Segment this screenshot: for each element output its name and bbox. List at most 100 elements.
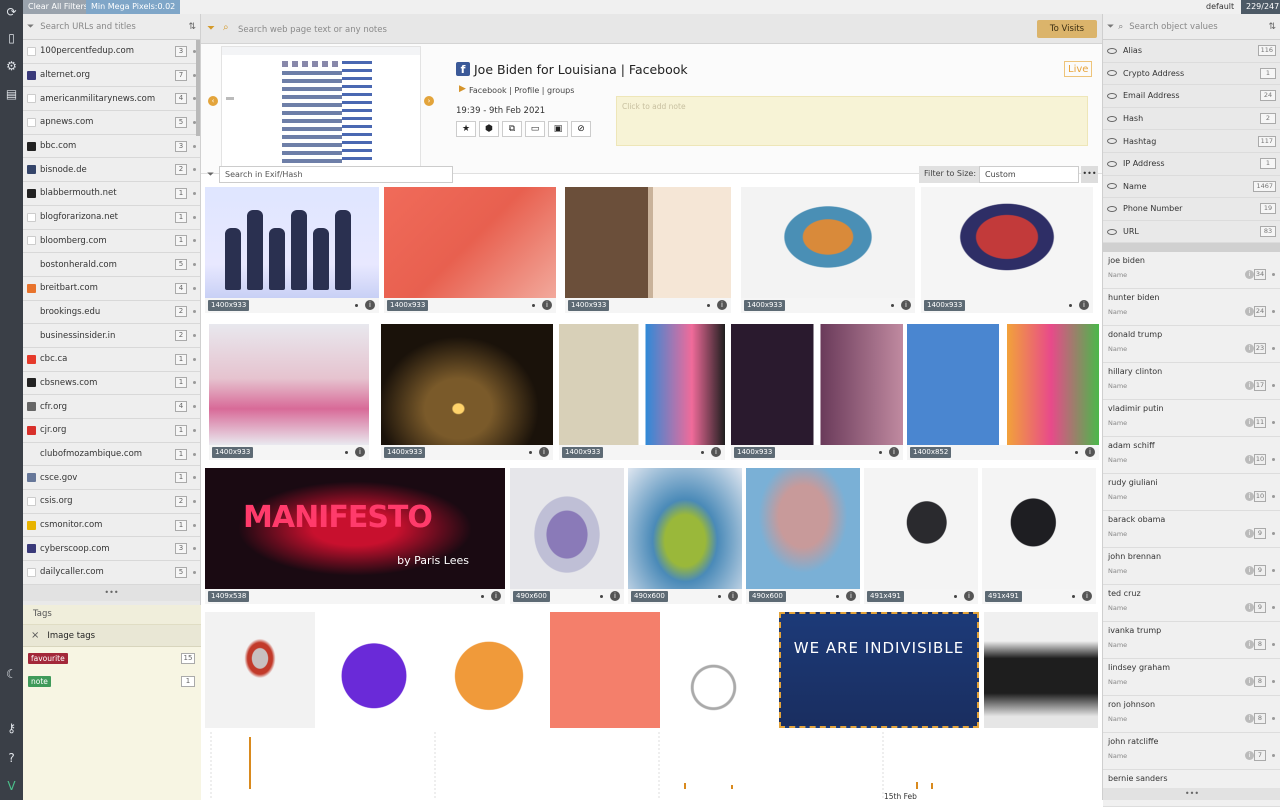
domain-item[interactable]: brookings.edu 2 [23, 300, 200, 325]
menu-dot-icon[interactable] [193, 570, 196, 574]
domain-search[interactable]: ⏷ Search URLs and titles ⇅ [23, 14, 200, 40]
domain-item[interactable]: cyberscoop.com 3 [23, 537, 200, 562]
menu-dot-icon[interactable] [481, 595, 484, 598]
object-search-input[interactable]: Search object values [1129, 22, 1268, 32]
image-tile[interactable]: WE ARE INDIVISIBLE [779, 612, 979, 728]
info-icon[interactable]: i [728, 591, 738, 601]
image-thumbnail[interactable] [434, 612, 544, 728]
domain-item[interactable]: clubofmozambique.com 1 [23, 442, 200, 467]
more-domains[interactable]: ••• [23, 584, 200, 601]
image-tile[interactable]: 1400x933 i [384, 187, 556, 313]
refresh-icon[interactable]: ⟳ [3, 4, 20, 21]
eye-icon[interactable] [1107, 205, 1117, 212]
archive-icon[interactable]: ▭ [525, 121, 545, 137]
domain-item[interactable]: americanmilitarynews.com 4 [23, 87, 200, 112]
object-value-item[interactable]: barack obama Name i 9 [1103, 511, 1280, 549]
clear-filters-button[interactable]: Clear All Filters [23, 0, 93, 14]
domain-item[interactable]: cfr.org 4 [23, 395, 200, 419]
image-tile[interactable]: 1400x933 i [205, 187, 379, 313]
eye-icon[interactable] [1107, 138, 1117, 145]
info-icon[interactable]: i [964, 591, 974, 601]
archive-icon[interactable]: ▤ [3, 86, 20, 103]
object-value-item[interactable]: joe biden Name i 34 [1103, 252, 1280, 290]
image-thumbnail[interactable]: MANIFESTO by Paris Lees [205, 468, 505, 589]
image-thumbnail[interactable] [319, 612, 429, 728]
menu-dot-icon[interactable] [1075, 451, 1078, 454]
eye-icon[interactable] [1107, 183, 1117, 190]
image-tile[interactable]: 490x600 i [628, 468, 742, 604]
image-thumbnail[interactable]: WE ARE INDIVISIBLE [779, 612, 979, 728]
menu-dot-icon[interactable] [193, 523, 196, 527]
tag-item[interactable]: note 1 [23, 670, 201, 693]
menu-dot-icon[interactable] [193, 547, 196, 551]
to-visits-button[interactable]: To Visits [1037, 20, 1097, 38]
menu-dot-icon[interactable] [600, 595, 603, 598]
menu-dot-icon[interactable] [718, 595, 721, 598]
eye-icon[interactable] [1107, 92, 1117, 99]
object-value-item[interactable]: john ratcliffe Name i 7 [1103, 733, 1280, 771]
menu-dot-icon[interactable] [193, 405, 196, 409]
menu-dot-icon[interactable] [193, 476, 196, 480]
image-tile[interactable]: MANIFESTO by Paris Lees 1409x538 i [205, 468, 505, 604]
image-tile[interactable]: 491x491 i [864, 468, 978, 604]
image-tile[interactable]: 1400x933 i [921, 187, 1093, 313]
info-icon[interactable]: i [1082, 591, 1092, 601]
info-icon[interactable]: i [901, 300, 911, 310]
scrollbar[interactable] [196, 40, 200, 136]
tag-label[interactable]: note [28, 676, 51, 687]
info-icon[interactable]: i [539, 447, 549, 457]
image-tile[interactable]: 1400x933 i [731, 324, 903, 460]
menu-dot-icon[interactable] [954, 595, 957, 598]
object-value-item[interactable]: donald trump Name i 23 [1103, 326, 1280, 364]
domain-item[interactable]: bbc.com 3 [23, 134, 200, 159]
prev-arrow[interactable]: ‹ [208, 96, 218, 106]
domain-item[interactable]: bloomberg.com 1 [23, 229, 200, 254]
domain-item[interactable]: breitbart.com 4 [23, 276, 200, 301]
menu-dot-icon[interactable] [193, 215, 196, 219]
eye-icon[interactable] [1107, 160, 1117, 167]
menu-dot-icon[interactable] [193, 286, 196, 290]
filter-size-select[interactable]: Custom [979, 166, 1079, 183]
image-tile[interactable] [550, 612, 660, 728]
domain-item[interactable]: cjr.org 1 [23, 419, 200, 443]
eye-icon[interactable] [1107, 228, 1117, 235]
profile-label[interactable]: default [1201, 0, 1240, 14]
menu-dot-icon[interactable] [891, 304, 894, 307]
object-value-item[interactable]: hillary clinton Name i 17 [1103, 363, 1280, 401]
tag-icon[interactable]: ⬢ [479, 121, 499, 137]
domain-item[interactable]: bostonherald.com 5 [23, 253, 200, 277]
menu-dot-icon[interactable] [193, 239, 196, 243]
image-thumbnail[interactable] [510, 468, 624, 589]
image-tile[interactable]: 1400x933 i [565, 187, 731, 313]
domain-item[interactable]: csis.org 2 [23, 490, 200, 514]
image-tile[interactable]: 490x600 i [510, 468, 624, 604]
live-badge[interactable]: Live [1064, 61, 1093, 77]
image-tile[interactable] [205, 612, 315, 728]
image-thumbnail[interactable] [731, 324, 903, 445]
image-tile[interactable]: 1400x933 i [209, 324, 369, 460]
more-values[interactable]: ••• [1103, 788, 1280, 800]
menu-dot-icon[interactable] [193, 168, 196, 172]
menu-dot-icon[interactable] [193, 334, 196, 338]
image-thumbnail[interactable] [741, 187, 915, 298]
image-thumbnail[interactable] [384, 187, 556, 298]
image-thumbnail[interactable] [381, 324, 553, 445]
menu-dot-icon[interactable] [193, 357, 196, 361]
object-type-item[interactable]: Hashtag 117 [1103, 130, 1280, 153]
menu-dot-icon[interactable] [1072, 595, 1075, 598]
domain-item[interactable]: cbc.ca 1 [23, 347, 200, 372]
image-thumbnail[interactable] [550, 612, 660, 728]
info-icon[interactable]: i [1079, 300, 1089, 310]
menu-dot-icon[interactable] [701, 451, 704, 454]
info-icon[interactable]: i [846, 591, 856, 601]
menu-dot-icon[interactable] [355, 304, 358, 307]
star-icon[interactable]: ★ [456, 121, 476, 137]
page-search-input[interactable]: Search web page text or any notes [238, 25, 387, 35]
menu-dot-icon[interactable] [1069, 304, 1072, 307]
min-pixels-filter[interactable]: Min Mega Pixels:0.02 [86, 0, 181, 14]
image-thumbnail[interactable] [907, 324, 1099, 445]
image-thumbnail[interactable] [746, 468, 860, 589]
info-icon[interactable]: i [355, 447, 365, 457]
image-thumbnail[interactable] [205, 187, 379, 298]
object-type-item[interactable]: Crypto Address 1 [1103, 63, 1280, 86]
